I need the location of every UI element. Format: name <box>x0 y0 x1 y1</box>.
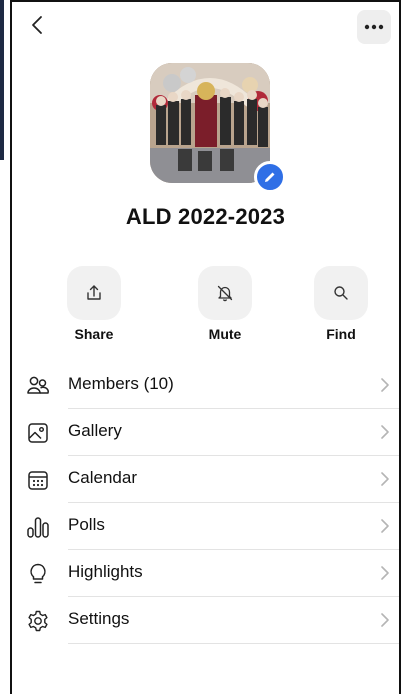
group-avatar[interactable] <box>150 63 286 193</box>
group-photo <box>150 63 270 183</box>
menu-item-label: Calendar <box>68 468 137 487</box>
back-button[interactable] <box>22 10 52 40</box>
bell-off-icon <box>217 285 233 302</box>
chevron-right-icon <box>381 613 389 627</box>
chevron-right-icon <box>381 519 389 533</box>
image-icon <box>28 423 48 443</box>
share-icon <box>87 285 101 300</box>
menu-item-label: Members (10) <box>68 374 174 393</box>
lightbulb-icon <box>30 563 46 584</box>
chevron-right-icon <box>381 566 389 580</box>
menu-item-settings[interactable]: Settings <box>12 597 399 644</box>
find-button[interactable]: Find <box>314 266 368 342</box>
edit-photo-button[interactable] <box>254 161 286 193</box>
calendar-icon <box>28 471 48 490</box>
chevron-right-icon <box>381 378 389 392</box>
ellipsis-icon <box>364 24 384 30</box>
chevron-right-icon <box>381 425 389 439</box>
share-label: Share <box>74 326 114 342</box>
pencil-icon <box>265 172 275 182</box>
menu-item-gallery[interactable]: Gallery <box>12 409 399 456</box>
menu-item-calendar[interactable]: Calendar <box>12 456 399 503</box>
group-menu: Members (10) Gallery Calendar Polls High… <box>12 362 399 644</box>
people-icon <box>27 376 49 394</box>
menu-item-label: Polls <box>68 515 105 534</box>
window-edge-accent <box>0 0 4 160</box>
more-options-button[interactable] <box>357 10 391 44</box>
gear-icon <box>28 610 48 632</box>
divider <box>68 643 399 644</box>
mute-label: Mute <box>208 326 242 342</box>
menu-item-label: Highlights <box>68 562 143 581</box>
menu-item-members[interactable]: Members (10) <box>12 362 399 409</box>
chevron-right-icon <box>381 472 389 486</box>
share-button[interactable]: Share <box>67 266 121 342</box>
menu-item-polls[interactable]: Polls <box>12 503 399 550</box>
chevron-left-icon <box>32 16 42 34</box>
menu-item-label: Settings <box>68 609 130 628</box>
top-bar <box>12 2 399 48</box>
menu-item-label: Gallery <box>68 421 122 440</box>
search-icon <box>334 286 348 300</box>
menu-item-highlights[interactable]: Highlights <box>12 550 399 597</box>
poll-icon <box>27 517 49 538</box>
group-title: ALD 2022-2023 <box>125 204 286 229</box>
mute-button[interactable]: Mute <box>198 266 252 342</box>
find-label: Find <box>326 326 356 342</box>
